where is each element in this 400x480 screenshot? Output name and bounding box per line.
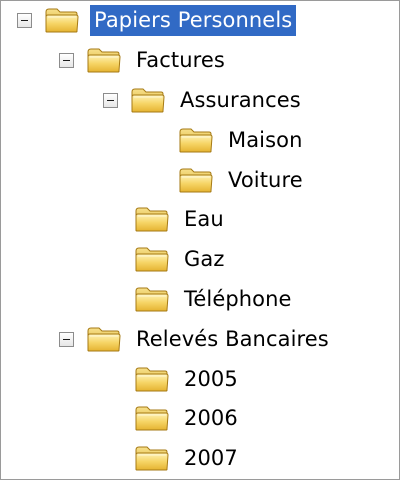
tree-node-label: Factures (136, 47, 225, 72)
tree-node-gaz[interactable]: Gaz (134, 241, 228, 277)
tree-node-label: 2006 (184, 405, 238, 430)
folder-icon (134, 444, 170, 472)
tree-node-assurances[interactable]: Assurances (103, 82, 305, 118)
tree-node-label: Maison (228, 127, 303, 152)
folder-icon (134, 285, 170, 313)
folder-icon (130, 86, 166, 114)
collapse-icon[interactable] (103, 92, 118, 108)
collapse-icon[interactable] (17, 12, 32, 28)
tree-node-telephone[interactable]: Téléphone (134, 281, 296, 317)
collapse-icon[interactable] (59, 331, 74, 347)
folder-icon (178, 166, 214, 194)
folder-icon (134, 205, 170, 233)
tree-node-voiture[interactable]: Voiture (178, 162, 307, 198)
tree-node-releves-bancaires[interactable]: Relevés Bancaires (59, 321, 333, 357)
tree-node-factures[interactable]: Factures (59, 42, 229, 78)
tree-node-2006[interactable]: 2006 (134, 400, 242, 436)
tree-node-label: Assurances (180, 87, 301, 112)
tree-node-label: 2005 (184, 366, 238, 391)
collapse-icon[interactable] (59, 52, 74, 68)
tree-node-label: 2007 (184, 445, 238, 470)
folder-icon (86, 325, 122, 353)
folder-icon (178, 126, 214, 154)
tree-node-2007[interactable]: 2007 (134, 440, 242, 476)
tree-node-maison[interactable]: Maison (178, 122, 307, 158)
folder-tree: Papiers Personnels Factures Assurances M… (0, 0, 400, 480)
tree-node-label: Téléphone (184, 286, 292, 311)
folder-icon (44, 6, 80, 34)
tree-node-label: Relevés Bancaires (136, 326, 329, 351)
folder-icon (134, 365, 170, 393)
tree-node-label: Gaz (184, 246, 225, 271)
folder-icon (134, 404, 170, 432)
tree-node-label: Papiers Personnels (90, 4, 297, 36)
tree-node-2005[interactable]: 2005 (134, 361, 242, 397)
tree-node-eau[interactable]: Eau (134, 201, 228, 237)
folder-icon (134, 245, 170, 273)
tree-node-papiers-personnels[interactable]: Papiers Personnels (17, 2, 297, 38)
tree-node-label: Eau (184, 206, 224, 231)
folder-icon (86, 46, 122, 74)
tree-node-label: Voiture (228, 167, 303, 192)
